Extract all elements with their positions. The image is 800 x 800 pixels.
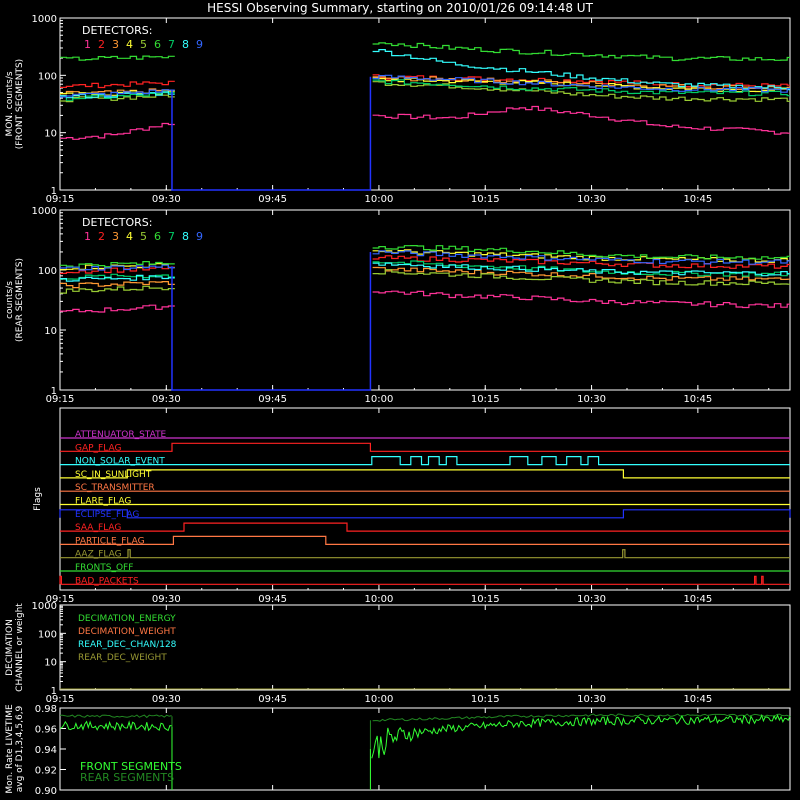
decimation-xtick-label: 10:45: [683, 694, 712, 705]
front-detector-number: 1: [84, 38, 91, 51]
livetime-ytick-label: 0.92: [35, 766, 57, 777]
decimation-legend-0: DECIMATION_ENERGY: [78, 614, 176, 624]
decimation-xtick-label: 09:30: [152, 694, 181, 705]
front-ytick-label: 1: [51, 186, 57, 197]
front-detector-number: 6: [154, 38, 161, 51]
rear-detector-number: 9: [196, 230, 203, 243]
rear-ytick-label: 1: [51, 386, 57, 397]
front-detector-number: 9: [196, 38, 203, 51]
front-detector-number: 2: [98, 38, 105, 51]
rear-xtick-label: 09:45: [258, 394, 287, 405]
front-xtick-label: 10:45: [683, 194, 712, 205]
front-detector-number: 5: [140, 38, 147, 51]
rear-xtick-label: 10:00: [365, 394, 394, 405]
front-detectors-label: DETECTORS:: [82, 24, 152, 37]
front-detector-number: 7: [168, 38, 175, 51]
rear-detector-number: 2: [98, 230, 105, 243]
flags-ylabel: Flags: [33, 487, 43, 511]
decimation-legend-3: REAR_DEC_WEIGHT: [78, 653, 167, 663]
decimation-ytick-label: 100: [38, 629, 57, 640]
rear-detector-number: 4: [126, 230, 133, 243]
rear-ylabel: (REAR SEGMENTS): [15, 258, 25, 342]
rear-detector-number: 6: [154, 230, 161, 243]
background: [0, 0, 800, 800]
front-detector-number: 3: [112, 38, 119, 51]
front-ytick-label: 100: [38, 71, 57, 82]
front-ytick-label: 10: [44, 129, 57, 140]
rear-ytick-label: 100: [38, 266, 57, 277]
decimation-xtick-label: 10:15: [471, 694, 500, 705]
decimation-xtick-label: 10:00: [365, 694, 394, 705]
livetime-legend-1: REAR SEGMENTS: [80, 771, 174, 784]
front-ylabel: (FRONT SEGMENTS): [15, 59, 25, 149]
flags-xtick-label: 09:45: [258, 594, 287, 605]
flags-xtick-label: 10:45: [683, 594, 712, 605]
front-xtick-label: 09:45: [258, 194, 287, 205]
rear-detector-number: 8: [182, 230, 189, 243]
rear-detector-number: 5: [140, 230, 147, 243]
front-ylabel: MON. counts/s: [5, 71, 15, 136]
flags-xtick-label: 10:00: [365, 594, 394, 605]
flags-xtick-label: 09:30: [152, 594, 181, 605]
rear-detector-number: 1: [84, 230, 91, 243]
decimation-ytick-label: 1: [51, 686, 57, 697]
decimation-ylabel: DECIMATION: [5, 619, 15, 676]
livetime-ytick-label: 0.94: [35, 745, 57, 756]
livetime-ytick-label: 0.90: [35, 786, 57, 797]
chart-title: HESSI Observing Summary, starting on 201…: [207, 1, 593, 15]
rear-xtick-label: 10:30: [577, 394, 606, 405]
livetime-ylabel: avg of D1,3,4,5,6,9: [15, 705, 25, 792]
rear-ylabel: counts/s: [5, 281, 15, 319]
livetime-ytick-label: 0.98: [35, 704, 57, 715]
decimation-xtick-label: 10:30: [577, 694, 606, 705]
front-xtick-label: 10:30: [577, 194, 606, 205]
flags-xtick-label: 10:15: [471, 594, 500, 605]
rear-detectors-label: DETECTORS:: [82, 216, 152, 229]
livetime-ylabel: Mon. Rate LIVETIME: [5, 704, 15, 794]
rear-xtick-label: 10:15: [471, 394, 500, 405]
decimation-xtick-label: 09:45: [258, 694, 287, 705]
hessi-summary-chart: HESSI Observing Summary, starting on 201…: [0, 0, 800, 800]
front-xtick-label: 10:15: [471, 194, 500, 205]
rear-xtick-label: 10:45: [683, 394, 712, 405]
front-xtick-label: 10:00: [365, 194, 394, 205]
decimation-ylabel: CHANNEL or weight: [15, 603, 25, 692]
rear-ytick-label: 10: [44, 326, 57, 337]
decimation-ytick-label: 10: [44, 658, 57, 669]
rear-xtick-label: 09:30: [152, 394, 181, 405]
flags-xtick-label: 10:30: [577, 594, 606, 605]
rear-ytick-label: 1000: [32, 206, 57, 217]
rear-detector-number: 7: [168, 230, 175, 243]
front-detector-number: 8: [182, 38, 189, 51]
decimation-legend-1: DECIMATION_WEIGHT: [78, 627, 176, 637]
front-xtick-label: 09:30: [152, 194, 181, 205]
front-ytick-label: 1000: [32, 14, 57, 25]
decimation-ytick-label: 1000: [32, 601, 57, 612]
rear-detector-number: 3: [112, 230, 119, 243]
decimation-legend-2: REAR_DEC_CHAN/128: [78, 640, 177, 650]
livetime-ytick-label: 0.96: [35, 725, 57, 736]
front-detector-number: 4: [126, 38, 133, 51]
